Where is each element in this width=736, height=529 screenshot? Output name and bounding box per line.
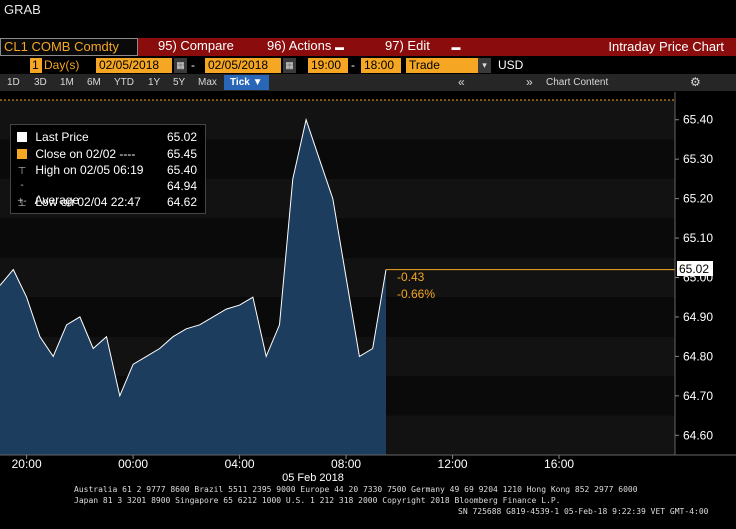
edit-label: Edit xyxy=(407,38,430,53)
y-tick-label: 64.60 xyxy=(683,428,713,442)
security-text: CL1 COMB Comdty xyxy=(4,39,119,54)
x-date-label: 05 Feb 2018 xyxy=(282,472,344,484)
x-tick-label: 08:00 xyxy=(331,457,361,471)
footer-contacts-2: Japan 81 3 3201 8900 Singapore 65 6212 1… xyxy=(74,496,561,505)
legend-label: High on 02/05 06:19 xyxy=(35,163,144,177)
caret-down-icon: ▬ xyxy=(451,42,461,52)
legend-close: Close on 02/02 ---- 65.45 xyxy=(17,146,197,162)
range-1m[interactable]: 1M xyxy=(60,75,74,90)
window-title: GRAB xyxy=(4,2,41,17)
range-ytd[interactable]: YTD xyxy=(114,75,134,90)
start-time-field[interactable]: 19:00 xyxy=(308,58,348,73)
chart-content-button[interactable]: Chart Content xyxy=(546,75,608,90)
x-tick-label: 00:00 xyxy=(118,457,148,471)
expand-right-icon[interactable]: » xyxy=(526,75,533,90)
legend-label: Last Price xyxy=(35,130,89,144)
edit-num: 97) xyxy=(385,38,404,53)
range-tick-selected[interactable]: Tick ▼ xyxy=(224,75,269,90)
y-tick-label: 64.70 xyxy=(683,389,713,403)
x-tick-label: 16:00 xyxy=(544,457,574,471)
legend-value: 65.02 xyxy=(166,130,197,144)
edit-button[interactable]: 97) Edit ▬ xyxy=(385,38,460,56)
low-marker-icon: ⊥ xyxy=(17,198,27,209)
legend-last-price: Last Price 65.02 xyxy=(17,129,197,145)
legend-swatch xyxy=(17,132,27,142)
y-tick-label: 65.20 xyxy=(683,192,713,206)
date-separator: - xyxy=(191,58,195,72)
legend-high: ⊤ High on 02/05 06:19 65.40 xyxy=(17,162,197,178)
range-5y[interactable]: 5Y xyxy=(173,75,185,90)
actions-button[interactable]: 96) Actions ▬ xyxy=(267,38,344,56)
last-price-tag-text: 65.02 xyxy=(679,262,709,276)
y-tick-label: 65.30 xyxy=(683,152,713,166)
compare-label: Compare xyxy=(180,38,234,53)
range-1d[interactable]: 1D xyxy=(7,75,20,90)
y-tick-label: 64.80 xyxy=(683,349,713,363)
event-select[interactable]: Trade xyxy=(406,58,478,73)
function-title: Intraday Price Chart xyxy=(608,39,724,54)
footer-contacts: Australia 61 2 9777 8600 Brazil 5511 239… xyxy=(74,485,638,494)
range-bar xyxy=(0,74,736,91)
y-tick-label: 65.10 xyxy=(683,231,713,245)
legend-label: Close on 02/02 ---- xyxy=(35,147,136,161)
period-unit-select[interactable]: Day(s) xyxy=(44,58,79,73)
end-time-field[interactable]: 18:00 xyxy=(361,58,401,73)
actions-num: 96) xyxy=(267,38,286,53)
calendar-icon[interactable]: ▦ xyxy=(174,58,187,73)
legend-value: 64.94 xyxy=(166,179,197,193)
x-tick-label: 12:00 xyxy=(438,457,468,471)
caret-down-icon: ▬ xyxy=(334,42,344,52)
y-tick-label: 65.40 xyxy=(683,113,713,127)
time-separator: - xyxy=(351,58,355,72)
start-date-field[interactable]: 02/05/2018 xyxy=(96,58,172,73)
legend-value: 65.40 xyxy=(166,163,197,177)
legend-value: 64.62 xyxy=(166,195,197,209)
actions-label: Actions xyxy=(288,38,332,53)
end-date-field[interactable]: 02/05/2018 xyxy=(205,58,281,73)
currency-label: USD xyxy=(498,58,524,72)
y-tick-label: 64.90 xyxy=(683,310,713,324)
legend-value: 65.45 xyxy=(166,147,197,161)
legend-swatch xyxy=(17,149,27,159)
compare-button[interactable]: 95) Compare xyxy=(158,38,234,56)
collapse-left-icon[interactable]: « xyxy=(458,75,465,90)
range-1y[interactable]: 1Y xyxy=(148,75,160,90)
legend-label: Low on 02/04 22:47 xyxy=(35,195,141,209)
period-count-field[interactable]: 1 xyxy=(30,58,42,73)
x-tick-label: 04:00 xyxy=(225,457,255,471)
gear-icon[interactable]: ⚙ xyxy=(690,75,701,90)
range-3d[interactable]: 3D xyxy=(34,75,47,90)
range-max[interactable]: Max xyxy=(198,75,217,90)
chart-legend: Last Price 65.02 Close on 02/02 ---- 65.… xyxy=(10,124,206,214)
compare-num: 95) xyxy=(158,38,177,53)
change-percent: -0.66% xyxy=(397,287,435,301)
x-tick-label: 20:00 xyxy=(12,457,42,471)
calendar-icon[interactable]: ▦ xyxy=(283,58,296,73)
legend-low: ⊥ Low on 02/04 22:47 64.62 xyxy=(17,194,197,210)
change-value: -0.43 xyxy=(397,270,425,284)
security-field[interactable]: CL1 COMB Comdty xyxy=(0,38,138,56)
footer: Australia 61 2 9777 8600 Brazil 5511 239… xyxy=(0,485,736,518)
footer-sn: SN 725688 G819-4539-1 05-Feb-18 9:22:39 … xyxy=(458,507,709,516)
range-6m[interactable]: 6M xyxy=(87,75,101,90)
dropdown-icon[interactable]: ▾ xyxy=(478,58,491,73)
legend-average: -+- Average 64.94 xyxy=(17,178,197,207)
